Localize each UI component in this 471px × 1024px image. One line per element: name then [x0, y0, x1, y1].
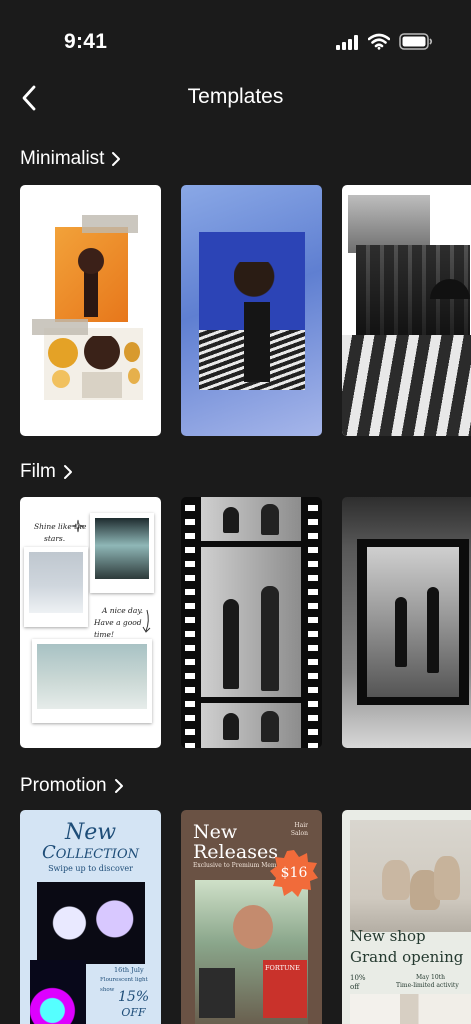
template-subtitle: Swipe up to discover	[48, 864, 133, 873]
template-card-promotion-1[interactable]: New Collection Swipe up to discover 16th…	[20, 810, 161, 1024]
template-date: May 10th Time-limited activity	[396, 974, 459, 989]
template-photo	[44, 328, 143, 400]
template-card-minimalist-2[interactable]	[181, 185, 322, 436]
template-photo	[350, 994, 471, 1024]
section-header-minimalist[interactable]: Minimalist	[20, 148, 122, 170]
template-title: New shop Grand opening	[350, 927, 464, 966]
chevron-right-icon	[112, 152, 121, 166]
film-sprocket-holes	[308, 497, 318, 748]
template-photo	[55, 227, 128, 322]
film-frame	[201, 547, 301, 697]
film-sprocket-holes	[185, 497, 195, 748]
film-frame	[357, 539, 469, 705]
template-title: New Releases	[193, 821, 278, 863]
section-title: Film	[20, 461, 56, 482]
tape-decoration	[32, 319, 88, 335]
template-card-film-2[interactable]	[181, 497, 322, 748]
template-card-minimalist-3[interactable]	[342, 185, 471, 436]
template-photo	[199, 232, 305, 390]
status-bar: 9:41	[0, 0, 471, 80]
discount-text: 10% off	[350, 974, 366, 991]
cellular-signal-icon	[336, 35, 358, 50]
chevron-right-icon	[63, 465, 72, 479]
page-title: Templates	[187, 85, 284, 108]
tape-decoration	[82, 215, 138, 233]
polaroid-photo	[24, 547, 88, 627]
wifi-icon	[368, 33, 390, 50]
template-photo	[350, 820, 471, 932]
template-card-promotion-2[interactable]: New Releases Exclusive to Premium Member…	[181, 810, 322, 1024]
status-time: 9:41	[64, 30, 108, 53]
battery-icon	[399, 33, 433, 50]
polaroid-photo	[32, 639, 152, 723]
section-header-promotion[interactable]: Promotion	[20, 775, 125, 797]
section-title: Promotion	[20, 775, 107, 796]
polaroid-photo	[90, 513, 154, 593]
hand-drawn-arrow-icon	[142, 609, 151, 633]
template-photo	[37, 882, 145, 964]
film-frame	[201, 497, 301, 541]
magazine-title: FORTUNE	[265, 964, 300, 972]
template-photo: FORTUNE	[195, 880, 308, 1024]
template-card-film-1[interactable]: Shine like the stars. A nice day. Have a…	[20, 497, 161, 748]
section-title: Minimalist	[20, 148, 105, 169]
chevron-right-icon	[114, 779, 123, 793]
discount-text: 15% OFF	[118, 989, 150, 1020]
sparkle-icon	[71, 519, 85, 533]
template-title: Collection	[42, 842, 139, 863]
template-brand: Hair Salon	[290, 822, 308, 837]
template-photo	[342, 335, 471, 436]
template-card-minimalist-1[interactable]	[20, 185, 161, 436]
template-card-film-3[interactable]	[342, 497, 471, 748]
template-photo	[30, 960, 86, 1024]
price-text: $16	[280, 865, 308, 881]
template-card-promotion-3[interactable]: New shop Grand opening 10% off May 10th …	[342, 810, 471, 1024]
film-frame	[201, 703, 301, 748]
section-header-film[interactable]: Film	[20, 461, 74, 483]
